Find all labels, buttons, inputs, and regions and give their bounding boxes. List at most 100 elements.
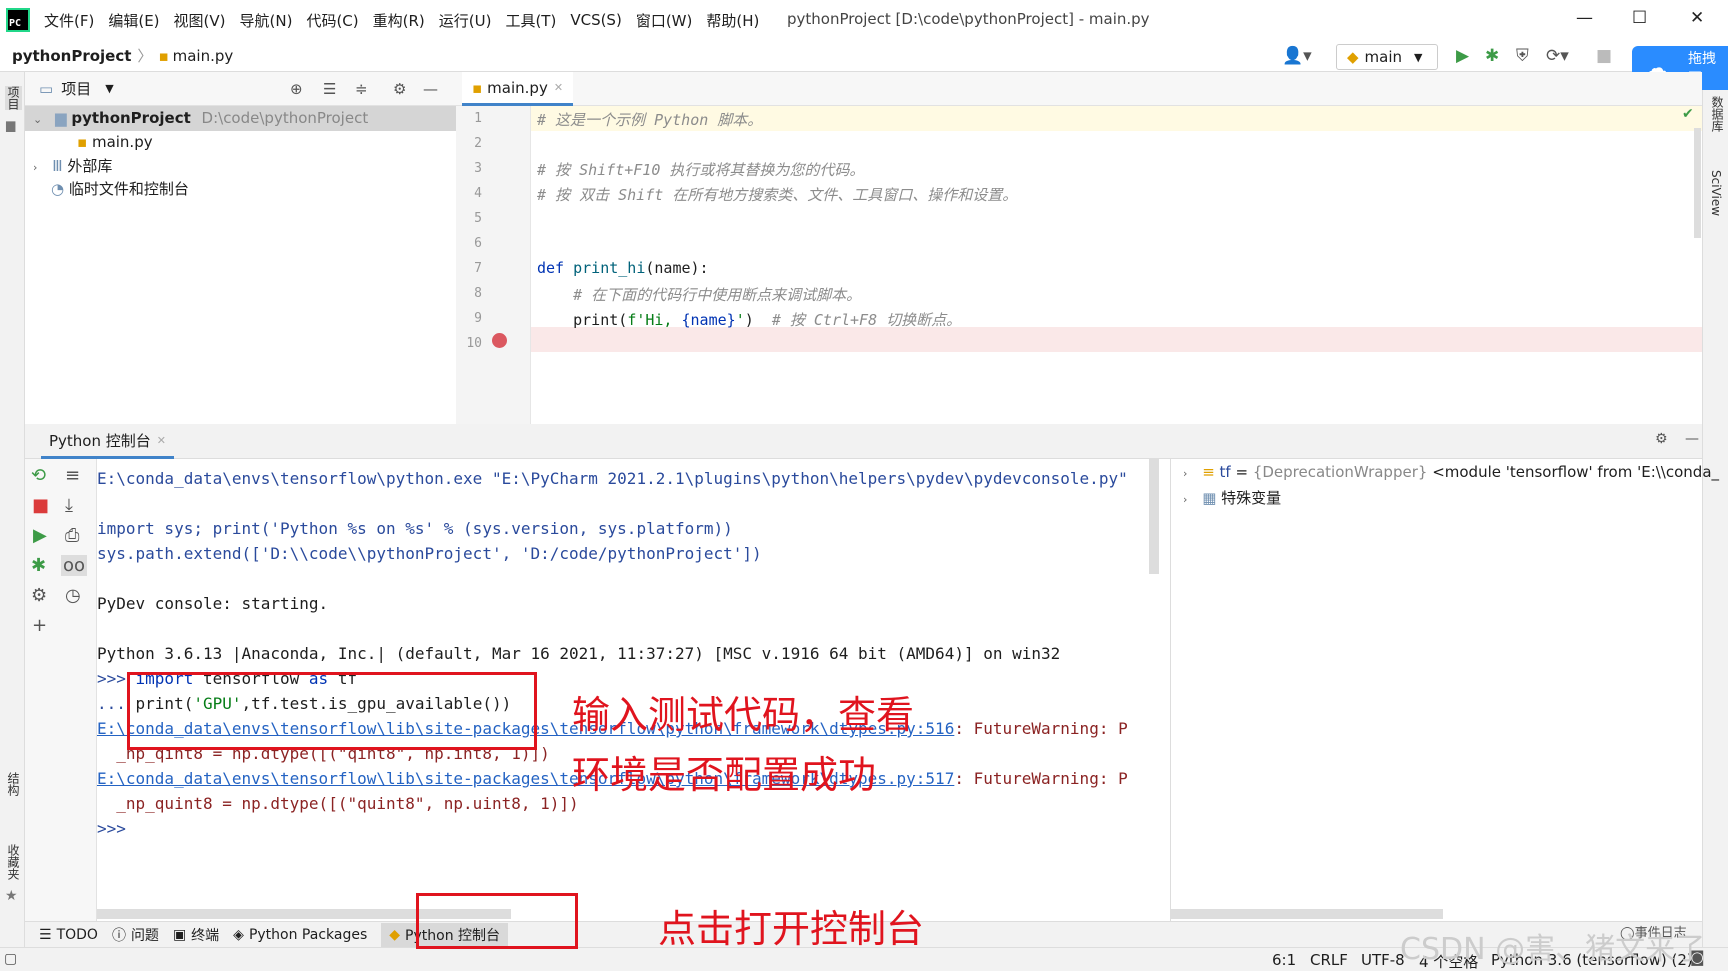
gear-icon[interactable]: ⚙ bbox=[1655, 431, 1668, 447]
editor-scrollbar[interactable] bbox=[1694, 128, 1701, 238]
tree-root[interactable]: ⌄ ▆ pythonProject D:\code\pythonProject bbox=[33, 109, 368, 127]
hide-icon[interactable]: — bbox=[1685, 431, 1699, 447]
expand-all-icon[interactable]: ☰ bbox=[323, 80, 336, 98]
tab-main-py[interactable]: ▪ main.py ✕ bbox=[462, 72, 574, 106]
favorites-tool-button[interactable]: 收藏夹 bbox=[5, 844, 22, 880]
console-header: Python 控制台 ✕ ⚙ — bbox=[25, 424, 1702, 459]
tree-file-main[interactable]: ▪ main.py bbox=[77, 133, 153, 151]
menu-help[interactable]: 帮助(H) bbox=[706, 10, 759, 31]
project-tool-button[interactable]: 项目 bbox=[5, 86, 22, 110]
layout-icon[interactable]: ▢ bbox=[4, 951, 17, 967]
maximize-icon[interactable]: ☐ bbox=[1632, 8, 1647, 28]
console-scrollbar[interactable] bbox=[1149, 459, 1159, 574]
database-tool-button[interactable]: 数据库 bbox=[1709, 96, 1726, 132]
tree-external-libs[interactable]: › Ⅲ 外部库 bbox=[33, 155, 112, 176]
line-number: 4 bbox=[474, 186, 482, 201]
root-path: D:\code\pythonProject bbox=[201, 109, 369, 127]
code-text: ) bbox=[744, 311, 772, 329]
python-packages-tool-button[interactable]: ◈ Python Packages bbox=[233, 927, 367, 943]
menu-code[interactable]: 代码(C) bbox=[306, 10, 358, 31]
breakpoint-icon[interactable] bbox=[492, 333, 507, 348]
close-tab-icon[interactable]: ✕ bbox=[157, 434, 166, 447]
run-config-selector[interactable]: ◆ main ▼ bbox=[1336, 44, 1438, 70]
line-number: 7 bbox=[474, 261, 482, 276]
variables-h-scrollbar[interactable] bbox=[1171, 909, 1443, 919]
code-line-8: # 在下面的代码行中使用断点来调试脚本。 bbox=[537, 286, 862, 304]
history-icon[interactable]: ◷ bbox=[65, 585, 81, 606]
todo-tool-button[interactable]: ☰ TODO bbox=[39, 927, 98, 943]
line-separator[interactable]: CRLF bbox=[1310, 951, 1348, 969]
rerun-icon[interactable]: ⟲ bbox=[31, 465, 46, 486]
star-icon: ★ bbox=[5, 888, 18, 904]
chevron-down-icon[interactable]: ▼ bbox=[105, 82, 113, 95]
project-panel-title[interactable]: 项目 bbox=[61, 78, 91, 99]
collapse-all-icon[interactable]: ≑ bbox=[355, 80, 368, 98]
settings-icon[interactable]: ⚙ bbox=[31, 585, 47, 606]
expanded-arrow-icon: ⌄ bbox=[33, 113, 43, 126]
breadcrumb-separator-icon: 〉 bbox=[137, 47, 153, 65]
line-number: 8 bbox=[474, 286, 482, 301]
packages-icon: ◈ bbox=[233, 926, 244, 943]
sciview-tool-button[interactable]: SciView bbox=[1709, 170, 1723, 216]
menu-run[interactable]: 运行(U) bbox=[439, 10, 492, 31]
menu-vcs[interactable]: VCS(S) bbox=[570, 11, 621, 29]
tab-python-console[interactable]: Python 控制台 ✕ bbox=[41, 424, 174, 459]
annotation-text-1: 输入测试代码，查看 bbox=[572, 693, 915, 737]
show-variables-icon[interactable]: oo bbox=[61, 555, 88, 576]
close-window-icon[interactable]: ✕ bbox=[1690, 8, 1704, 28]
debug-icon[interactable]: ✱ bbox=[1485, 46, 1499, 66]
caret-position[interactable]: 6:1 bbox=[1272, 951, 1296, 969]
collapsed-arrow-icon: › bbox=[33, 161, 38, 174]
menu-navigate[interactable]: 导航(N) bbox=[240, 10, 293, 31]
project-panel-header: ▭ 项目 ▼ ⊕ ☰ ≑ ⚙ — bbox=[25, 72, 456, 106]
code-editor[interactable]: 1 2 3 4 5 6 7 8 9 10 # 这是一个示例 Python 脚本。… bbox=[456, 106, 1702, 424]
execute-icon[interactable]: ▶ bbox=[33, 525, 47, 546]
run-icon[interactable]: ▶ bbox=[1456, 46, 1469, 66]
user-icon[interactable]: 👤▾ bbox=[1282, 46, 1312, 66]
editor-tabs: ▪ main.py ✕ bbox=[456, 72, 1702, 106]
watermark: CSDN @害、猪文来了 bbox=[1400, 932, 1706, 967]
print-icon[interactable]: ⎙ bbox=[65, 525, 79, 546]
structure-tool-button[interactable]: 结构 bbox=[5, 772, 22, 796]
collapsed-arrow-icon: › bbox=[1183, 493, 1188, 506]
minimize-icon[interactable]: — bbox=[1576, 8, 1593, 28]
variable-tf[interactable]: › ≡ tf = {DeprecationWrapper} <module 't… bbox=[1183, 463, 1719, 481]
variable-value: <module 'tensorflow' from 'E:\\conda_ bbox=[1427, 463, 1720, 481]
console-line: sys.path.extend(['D:\\code\\pythonProjec… bbox=[97, 544, 762, 563]
soft-wrap-icon[interactable]: ≡ bbox=[65, 465, 80, 486]
breadcrumb-file[interactable]: main.py bbox=[173, 47, 234, 65]
breadcrumb-project[interactable]: pythonProject bbox=[12, 47, 131, 65]
menu-view[interactable]: 视图(V) bbox=[174, 10, 226, 31]
new-console-icon[interactable]: + bbox=[32, 615, 47, 636]
problems-tool-button[interactable]: ⓘ 问题 bbox=[112, 925, 159, 945]
scroll-to-end-icon[interactable]: ⤓ bbox=[65, 495, 73, 516]
debug-icon[interactable]: ✱ bbox=[31, 555, 46, 576]
python-icon: ◆ bbox=[1347, 48, 1359, 66]
terminal-tool-button[interactable]: ▣ 终端 bbox=[173, 925, 219, 945]
menu-tools[interactable]: 工具(T) bbox=[505, 10, 556, 31]
gear-icon[interactable]: ⚙ bbox=[393, 80, 406, 98]
variable-type: {DeprecationWrapper} bbox=[1252, 463, 1428, 481]
close-tab-icon[interactable]: ✕ bbox=[554, 81, 563, 94]
console-prompt[interactable]: >>> bbox=[97, 819, 126, 838]
menu-file[interactable]: 文件(F) bbox=[44, 10, 94, 31]
tree-scratches[interactable]: ◔ 临时文件和控制台 bbox=[51, 178, 189, 199]
menu-window[interactable]: 窗口(W) bbox=[636, 10, 693, 31]
inspection-ok-icon[interactable]: ✔ bbox=[1682, 106, 1694, 122]
folder-icon: ▆ bbox=[6, 118, 16, 132]
locate-icon[interactable]: ⊕ bbox=[290, 80, 303, 98]
right-tool-stripe: 数据库 SciView bbox=[1702, 90, 1728, 971]
tab-label: main.py bbox=[487, 78, 548, 97]
stop-icon[interactable]: ■ bbox=[1596, 46, 1612, 66]
code-line-3: # 按 Shift+F10 执行或将其替换为您的代码。 bbox=[537, 161, 865, 179]
python-file-icon: ▪ bbox=[472, 78, 483, 97]
file-encoding[interactable]: UTF-8 bbox=[1361, 951, 1405, 969]
hide-icon[interactable]: — bbox=[423, 80, 438, 98]
profile-icon[interactable]: ⟳▾ bbox=[1546, 46, 1569, 66]
coverage-icon[interactable]: ⛨ bbox=[1516, 46, 1529, 66]
menu-edit[interactable]: 编辑(E) bbox=[108, 10, 159, 31]
menu-refactor[interactable]: 重构(R) bbox=[373, 10, 425, 31]
stop-icon[interactable]: ■ bbox=[32, 495, 49, 516]
code-interp: {name} bbox=[681, 311, 736, 329]
special-variables[interactable]: › ▦ 特殊变量 bbox=[1183, 487, 1281, 508]
